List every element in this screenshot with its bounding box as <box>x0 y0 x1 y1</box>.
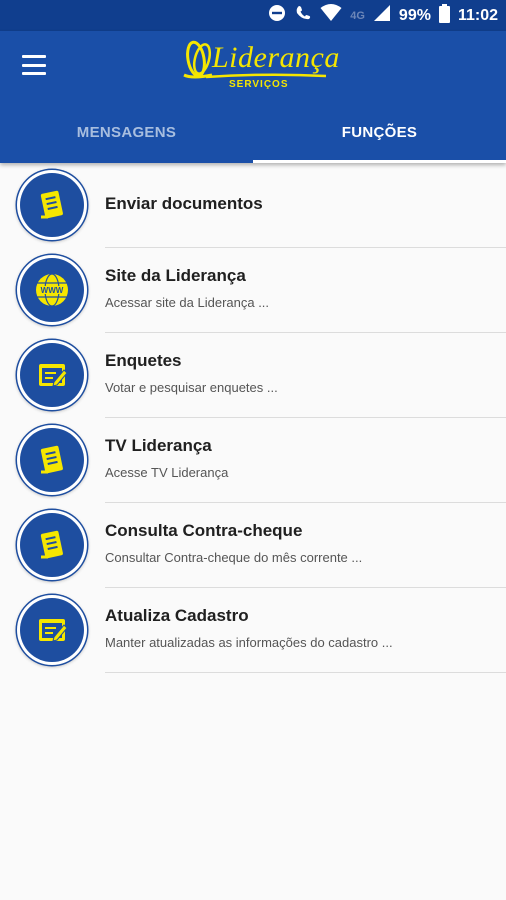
list-item-site-lideranca[interactable]: WWW Site da Liderança Acessar site da Li… <box>0 248 506 333</box>
item-title: Consulta Contra-cheque <box>105 521 303 540</box>
edit-form-icon <box>20 343 84 407</box>
battery-icon <box>438 3 450 28</box>
hamburger-menu-icon[interactable] <box>22 55 46 75</box>
document-icon <box>20 428 84 492</box>
item-title: Enquetes <box>105 351 182 370</box>
svg-text:WWW: WWW <box>41 286 64 295</box>
item-title: Enviar documentos <box>105 194 263 213</box>
tab-funcoes[interactable]: FUNÇÕES <box>253 103 506 163</box>
item-subtitle: Votar e pesquisar enquetes ... <box>105 380 278 395</box>
app-bar: Liderança SERVIÇOS MENSAGENS FUNÇÕES <box>0 31 506 163</box>
divider <box>105 672 506 673</box>
document-icon <box>20 513 84 577</box>
logo-text: Liderança <box>212 41 340 74</box>
app-logo: Liderança SERVIÇOS <box>182 37 339 95</box>
item-subtitle: Acessar site da Liderança ... <box>105 295 270 310</box>
functions-list: Enviar documentos WWW Site da Liderança … <box>0 163 506 673</box>
tab-mensagens[interactable]: MENSAGENS <box>0 103 253 163</box>
document-icon <box>20 173 84 237</box>
do-not-disturb-icon <box>268 4 286 27</box>
wifi-calling-icon <box>294 4 312 27</box>
tab-bar: MENSAGENS FUNÇÕES <box>0 103 506 163</box>
status-bar: 4G 99% 11:02 <box>0 0 506 31</box>
list-item-enquetes[interactable]: Enquetes Votar e pesquisar enquetes ... <box>0 333 506 418</box>
clock: 11:02 <box>457 6 498 24</box>
edit-form-icon <box>20 598 84 662</box>
item-subtitle: Consultar Contra-cheque do mês corrente … <box>105 550 363 565</box>
item-subtitle: Acesse TV Liderança <box>105 465 229 480</box>
list-item-tv-lideranca[interactable]: TV Liderança Acesse TV Liderança <box>0 418 506 503</box>
wifi-icon <box>320 4 342 27</box>
list-item-enviar-documentos[interactable]: Enviar documentos <box>0 163 506 248</box>
network-type: 4G <box>350 9 365 22</box>
globe-www-icon: WWW <box>20 258 84 322</box>
item-title: Atualiza Cadastro <box>105 606 249 625</box>
item-title: TV Liderança <box>105 436 212 455</box>
list-item-atualiza-cadastro[interactable]: Atualiza Cadastro Manter atualizadas as … <box>0 588 506 673</box>
list-item-consulta-contra-cheque[interactable]: Consulta Contra-cheque Consultar Contra-… <box>0 503 506 588</box>
item-subtitle: Manter atualizadas as informações do cad… <box>105 635 393 650</box>
battery-percent: 99% <box>398 6 431 24</box>
logo-subtitle: SERVIÇOS <box>229 79 289 90</box>
signal-icon <box>373 4 391 27</box>
item-title: Site da Liderança <box>105 266 246 285</box>
